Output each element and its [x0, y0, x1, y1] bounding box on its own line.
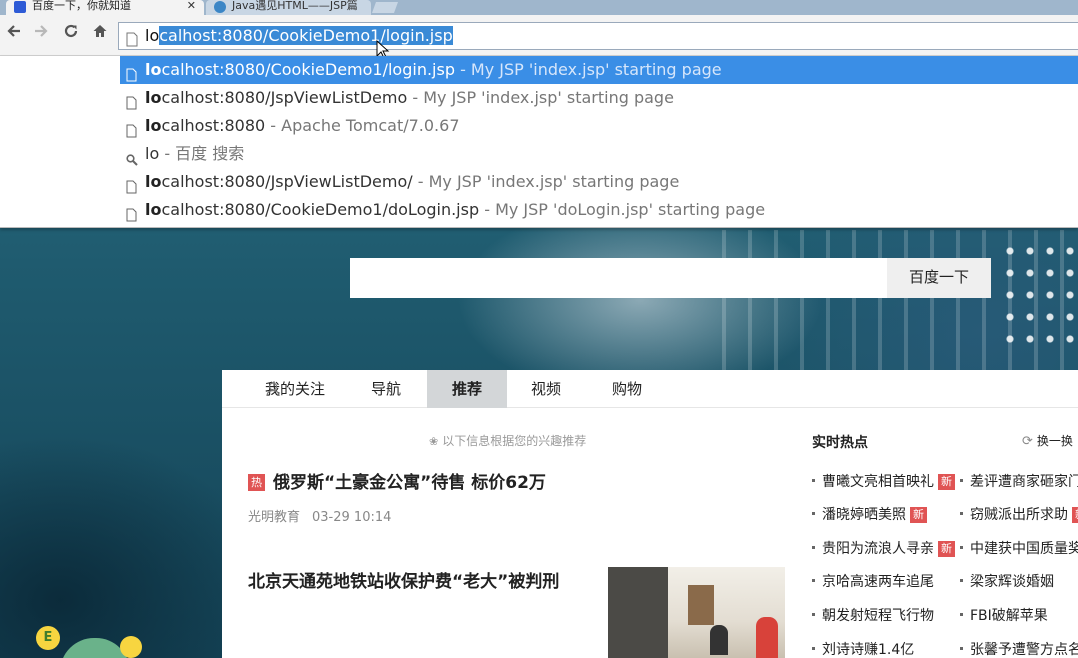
suggestion-query: lo	[145, 144, 160, 163]
mascot-ball-icon	[120, 636, 142, 658]
tab-baidu[interactable]: 百度一下，你就知道 ✕	[6, 0, 204, 15]
browser-toolbar: localhost:8080/CookieDemo1/login.jsp	[0, 15, 1078, 56]
news-title[interactable]: 俄罗斯“土豪金公寓”待售 标价62万	[273, 473, 546, 493]
home-icon	[93, 25, 107, 37]
url-typed-text: lo	[145, 26, 160, 45]
hot-item[interactable]: 梁家辉谈婚姻	[960, 571, 1054, 591]
suggestion-description: - My JSP 'index.jsp' starting page	[407, 88, 674, 107]
suggestion-item[interactable]: localhost:8080/JspViewListDemo - My JSP …	[120, 84, 1078, 112]
suggestion-description: - My JSP 'doLogin.jsp' starting page	[479, 200, 766, 219]
tab-video[interactable]: 视频	[514, 370, 578, 408]
news-time: 03-29 10:14	[312, 510, 392, 525]
suggestion-item[interactable]: lo - 百度 搜索	[120, 140, 1078, 168]
hot-item[interactable]: 潘晓婷晒美照新	[812, 504, 927, 524]
mascot-decoration: E	[36, 622, 186, 658]
news-title[interactable]: 北京天通苑地铁站收保护费“老大”被判刑	[248, 567, 559, 592]
tab-shopping[interactable]: 购物	[592, 370, 662, 408]
refresh-button[interactable]: ⟳ 换一换	[1022, 432, 1073, 449]
suggestion-url: calhost:8080/CookieDemo1/login.jsp	[161, 60, 455, 79]
tab-navigation[interactable]: 导航	[356, 370, 416, 408]
recommendation-hint: ❀ 以下信息根据您的兴趣推荐	[429, 432, 586, 449]
hot-item[interactable]: 曹曦文亮相首映礼新	[812, 471, 955, 491]
user-icon	[266, 382, 280, 397]
suggestion-item[interactable]: localhost:8080/JspViewListDemo/ - My JSP…	[120, 168, 1078, 196]
new-badge: 新	[938, 541, 955, 557]
hot-badge: 热	[248, 474, 265, 491]
suggestion-match: lo	[145, 60, 162, 79]
search-button[interactable]: 百度一下	[887, 258, 991, 298]
feed-tabs: 我的关注 导航 推荐 视频 购物	[222, 370, 1078, 408]
baidu-search-form: 百度一下	[350, 258, 991, 298]
suggestion-url: calhost:8080	[161, 116, 266, 135]
feed-panel: 我的关注 导航 推荐 视频 购物 ❀ 以下信息根据您的兴趣推荐 热俄罗斯“土豪金公…	[222, 370, 1078, 658]
mascot-ball-icon: E	[36, 626, 60, 650]
new-badge: 新	[910, 507, 927, 523]
hot-item[interactable]: 贵阳为流浪人寻亲新	[812, 538, 955, 558]
new-badge: 新	[1072, 507, 1078, 523]
refresh-label: 换一换	[1036, 434, 1073, 448]
hint-text: 以下信息根据您的兴趣推荐	[442, 434, 587, 448]
suggestion-description: - 百度 搜索	[159, 144, 245, 163]
paw-icon	[14, 1, 26, 13]
suggestion-url: calhost:8080/JspViewListDemo/	[161, 172, 413, 191]
url-autocomplete-selection: calhost:8080/CookieDemo1/login.jsp	[159, 26, 453, 45]
reload-icon	[64, 24, 78, 38]
site-icon	[214, 1, 226, 13]
suggestion-match: lo	[145, 200, 162, 219]
background-dots	[1000, 240, 1078, 350]
suggestion-url: calhost:8080/CookieDemo1/doLogin.jsp	[161, 200, 480, 219]
suggestion-item[interactable]: localhost:8080/CookieDemo1/doLogin.jsp -…	[120, 196, 1078, 224]
refresh-icon: ⟳	[1022, 434, 1033, 449]
news-item[interactable]: 热俄罗斯“土豪金公寓”待售 标价62万	[248, 468, 728, 493]
suggestion-match: lo	[145, 116, 162, 135]
paw-icon: ❀	[429, 435, 439, 448]
back-button[interactable]	[1, 21, 27, 47]
home-button[interactable]	[87, 21, 113, 47]
address-bar[interactable]: localhost:8080/CookieDemo1/login.jsp	[118, 22, 1078, 50]
reload-button[interactable]	[58, 21, 84, 47]
close-icon[interactable]: ✕	[187, 0, 196, 12]
hot-item[interactable]: 窃贼派出所求助新	[960, 504, 1078, 524]
search-input[interactable]	[350, 258, 887, 298]
omnibox-suggestions: localhost:8080/CookieDemo1/login.jsp - M…	[0, 56, 1078, 228]
hot-item[interactable]: FBI破解苹果	[960, 605, 1048, 625]
tab-jsp-course[interactable]: Java遇见HTML——JSP篇	[206, 0, 371, 15]
suggestion-item[interactable]: localhost:8080 - Apache Tomcat/7.0.67	[120, 112, 1078, 140]
page-icon	[126, 203, 137, 231]
hot-item[interactable]: 朝发射短程飞行物	[812, 605, 934, 625]
suggestion-description: - Apache Tomcat/7.0.67	[265, 116, 460, 135]
suggestion-description: - My JSP 'index.jsp' starting page	[412, 172, 680, 191]
tab-strip: 百度一下，你就知道 ✕ Java遇见HTML——JSP篇	[0, 0, 1078, 15]
hot-item[interactable]: 张馨予遭警方点名	[960, 639, 1078, 658]
suggestion-url: calhost:8080/JspViewListDemo	[161, 88, 408, 107]
hot-item[interactable]: 差评遭商家砸家门	[960, 471, 1078, 491]
hot-item[interactable]: 京哈高速两车追尾	[812, 571, 934, 591]
hot-list-title: 实时热点	[812, 435, 868, 451]
new-tab-button[interactable]	[371, 2, 399, 13]
arrow-right-icon	[35, 25, 48, 37]
news-meta: 光明教育 03-29 10:14	[248, 506, 391, 525]
tab-title: 百度一下，你就知道	[32, 0, 131, 12]
tab-my-follow[interactable]: 我的关注	[244, 370, 354, 408]
forward-button[interactable]	[28, 21, 54, 47]
news-thumbnail[interactable]	[608, 567, 785, 658]
new-badge: 新	[938, 474, 955, 490]
suggestion-match: lo	[145, 88, 162, 107]
suggestion-match: lo	[145, 172, 162, 191]
page-icon	[126, 29, 138, 55]
tab-recommend[interactable]: 推荐	[427, 370, 507, 408]
hot-item[interactable]: 中建获中国质量奖	[960, 538, 1078, 558]
suggestion-item[interactable]: localhost:8080/CookieDemo1/login.jsp - M…	[120, 56, 1078, 84]
hot-item[interactable]: 刘诗诗赚1.4亿	[812, 639, 914, 658]
arrow-left-icon	[7, 25, 20, 37]
news-source: 光明教育	[248, 510, 301, 525]
suggestion-description: - My JSP 'index.jsp' starting page	[454, 60, 722, 79]
tab-title: Java遇见HTML——JSP篇	[232, 0, 358, 12]
